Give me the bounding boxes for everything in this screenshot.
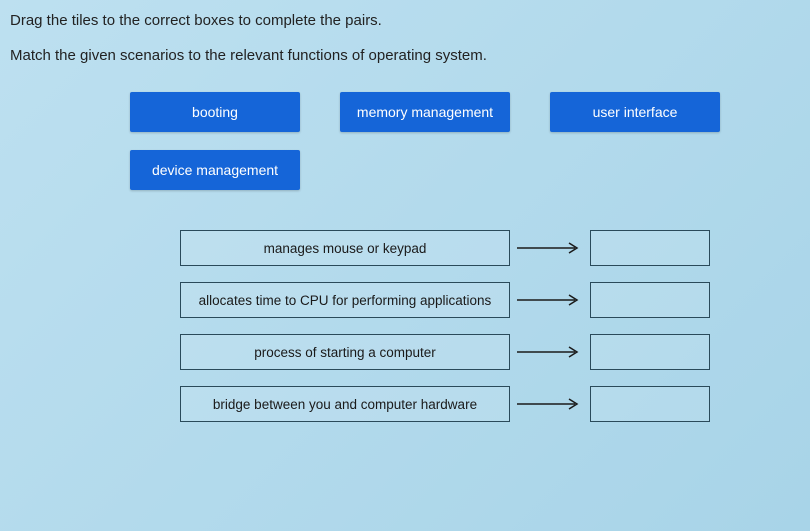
drop-target[interactable] [590,386,710,422]
tiles-row-1: booting memory management user interface [130,92,800,132]
pair-row: bridge between you and computer hardware [180,386,800,422]
scenario-box: allocates time to CPU for performing app… [180,282,510,318]
pair-row: allocates time to CPU for performing app… [180,282,800,318]
pair-row: process of starting a computer [180,334,800,370]
drop-target[interactable] [590,230,710,266]
drop-target[interactable] [590,334,710,370]
scenario-box: process of starting a computer [180,334,510,370]
tile-device-management[interactable]: device management [130,150,300,190]
arrow-icon [510,342,590,362]
tiles-row-2: device management [130,150,800,190]
tiles-container: booting memory management user interface… [130,92,800,190]
instruction-secondary: Match the given scenarios to the relevan… [10,47,800,64]
pair-row: manages mouse or keypad [180,230,800,266]
tile-user-interface[interactable]: user interface [550,92,720,132]
pairs-container: manages mouse or keypad allocates time t… [180,230,800,422]
instruction-primary: Drag the tiles to the correct boxes to c… [10,12,800,29]
scenario-box: manages mouse or keypad [180,230,510,266]
tile-booting[interactable]: booting [130,92,300,132]
arrow-icon [510,290,590,310]
drop-target[interactable] [590,282,710,318]
arrow-icon [510,238,590,258]
arrow-icon [510,394,590,414]
tile-memory-management[interactable]: memory management [340,92,510,132]
scenario-box: bridge between you and computer hardware [180,386,510,422]
